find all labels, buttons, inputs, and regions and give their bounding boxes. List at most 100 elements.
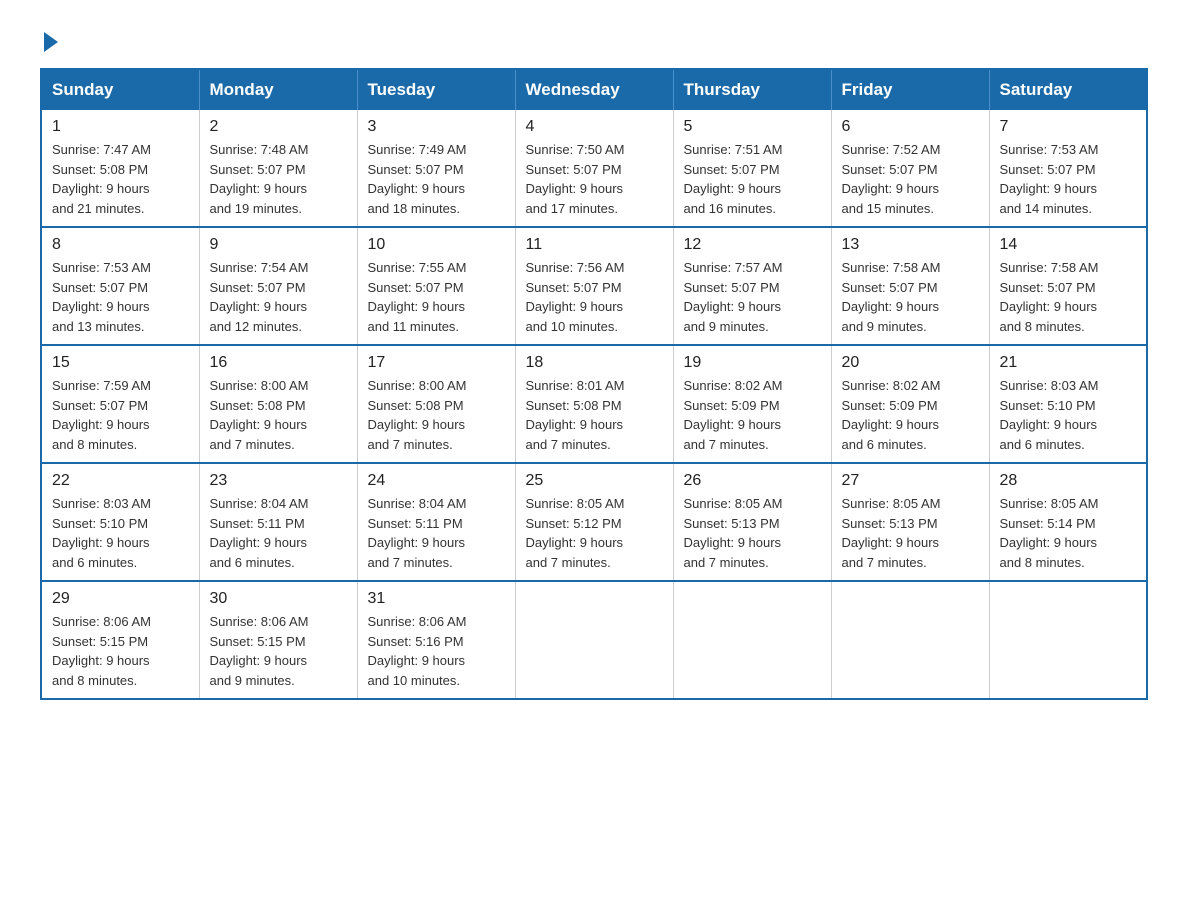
calendar-week-row: 22Sunrise: 8:03 AMSunset: 5:10 PMDayligh… [41, 463, 1147, 581]
day-number: 26 [684, 472, 821, 490]
weekday-header-tuesday: Tuesday [357, 69, 515, 110]
calendar-cell: 22Sunrise: 8:03 AMSunset: 5:10 PMDayligh… [41, 463, 199, 581]
day-info: Sunrise: 8:04 AMSunset: 5:11 PMDaylight:… [210, 494, 347, 572]
day-number: 27 [842, 472, 979, 490]
day-number: 11 [526, 236, 663, 254]
calendar-cell: 11 Sunrise: 7:56 AMSunset: 5:07 PMDayligh… [515, 227, 673, 345]
day-info: Sunrise: 7:48 AMSunset: 5:07 PMDaylight:… [210, 140, 347, 218]
calendar-cell: 29 Sunrise: 8:06 AMSunset: 5:15 PMDayligh… [41, 581, 199, 699]
day-number: 20 [842, 354, 979, 372]
calendar-cell: 18 Sunrise: 8:01 AMSunset: 5:08 PMDayligh… [515, 345, 673, 463]
day-number: 9 [210, 236, 347, 254]
day-number: 24 [368, 472, 505, 490]
weekday-header-saturday: Saturday [989, 69, 1147, 110]
calendar-week-row: 1 Sunrise: 7:47 AMSunset: 5:08 PMDaylight… [41, 110, 1147, 227]
calendar-cell: 15 Sunrise: 7:59 AMSunset: 5:07 PMDayligh… [41, 345, 199, 463]
day-info: Sunrise: 7:55 AMSunset: 5:07 PMDaylight:… [368, 258, 505, 336]
day-info: Sunrise: 7:57 AMSunset: 5:07 PMDaylight:… [684, 258, 821, 336]
day-number: 29 [52, 590, 189, 608]
day-number: 18 [526, 354, 663, 372]
calendar-cell [515, 581, 673, 699]
page-header [40, 30, 1148, 48]
day-info: Sunrise: 8:03 AMSunset: 5:10 PMDaylight:… [1000, 376, 1137, 454]
day-info: Sunrise: 7:58 AMSunset: 5:07 PMDaylight:… [1000, 258, 1137, 336]
calendar-week-row: 29 Sunrise: 8:06 AMSunset: 5:15 PMDayligh… [41, 581, 1147, 699]
weekday-header-thursday: Thursday [673, 69, 831, 110]
day-info: Sunrise: 7:52 AMSunset: 5:07 PMDaylight:… [842, 140, 979, 218]
day-info: Sunrise: 7:58 AMSunset: 5:07 PMDaylight:… [842, 258, 979, 336]
day-number: 25 [526, 472, 663, 490]
calendar-cell: 17 Sunrise: 8:00 AMSunset: 5:08 PMDayligh… [357, 345, 515, 463]
calendar-cell: 13 Sunrise: 7:58 AMSunset: 5:07 PMDayligh… [831, 227, 989, 345]
day-info: Sunrise: 7:47 AMSunset: 5:08 PMDaylight:… [52, 140, 189, 218]
day-info: Sunrise: 8:05 AMSunset: 5:12 PMDaylight:… [526, 494, 663, 572]
day-info: Sunrise: 7:49 AMSunset: 5:07 PMDaylight:… [368, 140, 505, 218]
day-info: Sunrise: 8:04 AMSunset: 5:11 PMDaylight:… [368, 494, 505, 572]
calendar-cell [673, 581, 831, 699]
calendar-cell: 7 Sunrise: 7:53 AMSunset: 5:07 PMDaylight… [989, 110, 1147, 227]
day-number: 1 [52, 118, 189, 136]
day-number: 21 [1000, 354, 1137, 372]
calendar-cell: 8 Sunrise: 7:53 AMSunset: 5:07 PMDaylight… [41, 227, 199, 345]
day-number: 7 [1000, 118, 1137, 136]
calendar-table: SundayMondayTuesdayWednesdayThursdayFrid… [40, 68, 1148, 700]
logo [40, 30, 58, 48]
day-info: Sunrise: 8:02 AMSunset: 5:09 PMDaylight:… [684, 376, 821, 454]
calendar-cell: 1 Sunrise: 7:47 AMSunset: 5:08 PMDaylight… [41, 110, 199, 227]
day-number: 2 [210, 118, 347, 136]
calendar-cell: 6 Sunrise: 7:52 AMSunset: 5:07 PMDaylight… [831, 110, 989, 227]
calendar-cell: 28Sunrise: 8:05 AMSunset: 5:14 PMDayligh… [989, 463, 1147, 581]
calendar-cell: 19 Sunrise: 8:02 AMSunset: 5:09 PMDayligh… [673, 345, 831, 463]
day-number: 22 [52, 472, 189, 490]
day-number: 3 [368, 118, 505, 136]
weekday-header-friday: Friday [831, 69, 989, 110]
calendar-cell: 4 Sunrise: 7:50 AMSunset: 5:07 PMDaylight… [515, 110, 673, 227]
day-info: Sunrise: 8:01 AMSunset: 5:08 PMDaylight:… [526, 376, 663, 454]
calendar-cell: 24 Sunrise: 8:04 AMSunset: 5:11 PMDayligh… [357, 463, 515, 581]
calendar-cell: 23 Sunrise: 8:04 AMSunset: 5:11 PMDayligh… [199, 463, 357, 581]
day-number: 31 [368, 590, 505, 608]
day-number: 30 [210, 590, 347, 608]
day-info: Sunrise: 8:06 AMSunset: 5:16 PMDaylight:… [368, 612, 505, 690]
day-info: Sunrise: 7:53 AMSunset: 5:07 PMDaylight:… [1000, 140, 1137, 218]
calendar-cell: 9 Sunrise: 7:54 AMSunset: 5:07 PMDaylight… [199, 227, 357, 345]
day-info: Sunrise: 8:06 AMSunset: 5:15 PMDaylight:… [210, 612, 347, 690]
day-number: 10 [368, 236, 505, 254]
calendar-cell: 26Sunrise: 8:05 AMSunset: 5:13 PMDayligh… [673, 463, 831, 581]
day-number: 6 [842, 118, 979, 136]
day-info: Sunrise: 7:53 AMSunset: 5:07 PMDaylight:… [52, 258, 189, 336]
day-info: Sunrise: 8:00 AMSunset: 5:08 PMDaylight:… [210, 376, 347, 454]
calendar-week-row: 15 Sunrise: 7:59 AMSunset: 5:07 PMDayligh… [41, 345, 1147, 463]
day-info: Sunrise: 7:54 AMSunset: 5:07 PMDaylight:… [210, 258, 347, 336]
calendar-cell: 14 Sunrise: 7:58 AMSunset: 5:07 PMDayligh… [989, 227, 1147, 345]
day-number: 16 [210, 354, 347, 372]
calendar-cell: 2 Sunrise: 7:48 AMSunset: 5:07 PMDaylight… [199, 110, 357, 227]
calendar-cell: 5 Sunrise: 7:51 AMSunset: 5:07 PMDaylight… [673, 110, 831, 227]
day-number: 13 [842, 236, 979, 254]
calendar-cell: 21 Sunrise: 8:03 AMSunset: 5:10 PMDayligh… [989, 345, 1147, 463]
calendar-cell: 10 Sunrise: 7:55 AMSunset: 5:07 PMDayligh… [357, 227, 515, 345]
day-number: 4 [526, 118, 663, 136]
day-number: 19 [684, 354, 821, 372]
day-info: Sunrise: 7:51 AMSunset: 5:07 PMDaylight:… [684, 140, 821, 218]
day-number: 15 [52, 354, 189, 372]
weekday-header-sunday: Sunday [41, 69, 199, 110]
calendar-cell: 27 Sunrise: 8:05 AMSunset: 5:13 PMDayligh… [831, 463, 989, 581]
day-number: 8 [52, 236, 189, 254]
day-info: Sunrise: 8:06 AMSunset: 5:15 PMDaylight:… [52, 612, 189, 690]
day-number: 14 [1000, 236, 1137, 254]
day-info: Sunrise: 8:00 AMSunset: 5:08 PMDaylight:… [368, 376, 505, 454]
day-number: 23 [210, 472, 347, 490]
day-number: 17 [368, 354, 505, 372]
day-info: Sunrise: 7:59 AMSunset: 5:07 PMDaylight:… [52, 376, 189, 454]
day-number: 12 [684, 236, 821, 254]
day-number: 28 [1000, 472, 1137, 490]
day-info: Sunrise: 7:50 AMSunset: 5:07 PMDaylight:… [526, 140, 663, 218]
day-info: Sunrise: 7:56 AMSunset: 5:07 PMDaylight:… [526, 258, 663, 336]
calendar-cell: 16 Sunrise: 8:00 AMSunset: 5:08 PMDayligh… [199, 345, 357, 463]
day-info: Sunrise: 8:05 AMSunset: 5:13 PMDaylight:… [842, 494, 979, 572]
logo-arrow-icon [44, 32, 58, 52]
day-number: 5 [684, 118, 821, 136]
calendar-cell: 12 Sunrise: 7:57 AMSunset: 5:07 PMDayligh… [673, 227, 831, 345]
calendar-cell: 20Sunrise: 8:02 AMSunset: 5:09 PMDayligh… [831, 345, 989, 463]
